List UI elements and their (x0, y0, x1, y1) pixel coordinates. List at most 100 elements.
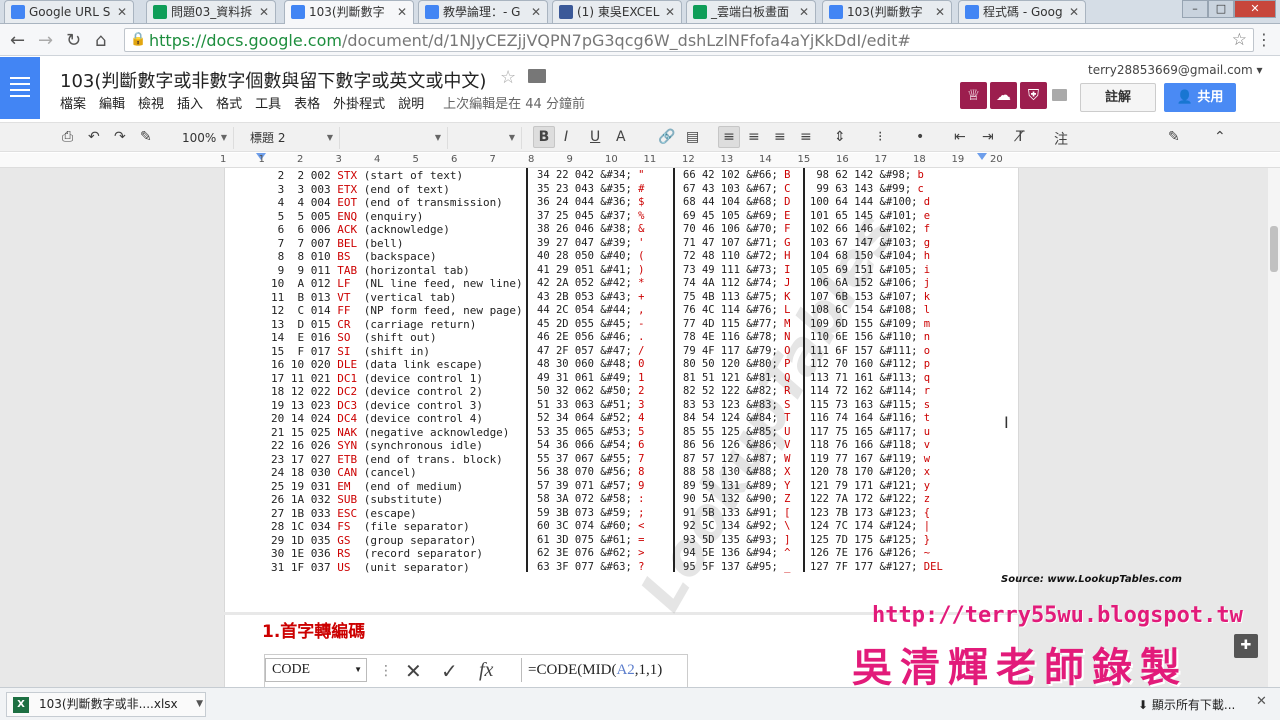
browser-tab[interactable]: 103(判斷數字 ✕ (822, 0, 952, 23)
document-title[interactable]: 103(判斷數字或非數字個數與留下數字或英文或中文) (60, 67, 486, 93)
tab-close-icon[interactable]: ✕ (799, 1, 809, 23)
collapse-toolbar-icon[interactable]: ⌃ (1214, 129, 1226, 145)
tab-close-icon[interactable]: ✕ (665, 1, 675, 23)
menu-item[interactable]: 插入 (177, 93, 203, 112)
browser-tab[interactable]: 103(判斷數字 ✕ (284, 0, 414, 24)
browser-tab[interactable]: 程式碼 - Goog ✕ (958, 0, 1086, 23)
clear-formatting-icon[interactable]: T̸ (1016, 129, 1025, 145)
browser-tab[interactable]: 教學論理：- G ✕ (418, 0, 548, 23)
menu-item[interactable]: 檢視 (138, 93, 164, 112)
forward-arrow-icon[interactable]: → (38, 30, 53, 51)
decrease-indent-icon[interactable]: ⇤ (954, 129, 966, 145)
undo-icon[interactable]: ↶ (88, 129, 100, 145)
line-spacing-icon[interactable]: ⇕ (834, 129, 846, 145)
docs-home-icon[interactable] (0, 57, 40, 119)
home-icon[interactable]: ⌂ (95, 30, 106, 51)
star-icon[interactable]: ☆ (500, 67, 516, 88)
comment-button[interactable]: 註解 (1080, 83, 1156, 112)
addon-shield-icon[interactable]: ⛨ (1020, 82, 1047, 109)
table-row: 34 22 042 &#34; " (537, 169, 645, 181)
align-center-icon[interactable]: ≡ (748, 129, 760, 145)
increase-indent-icon[interactable]: ⇥ (982, 129, 994, 145)
window-close-icon[interactable]: ✕ (1234, 0, 1276, 18)
table-row: 72 48 110 &#72; H (683, 250, 791, 262)
justify-icon[interactable]: ≡ (800, 129, 812, 145)
close-icon[interactable]: ✕ (1256, 694, 1267, 709)
browser-tab[interactable]: (1) 東吳EXCEL ✕ (552, 0, 682, 23)
back-arrow-icon[interactable]: ← (10, 30, 25, 51)
table-row: 112 70 160 &#112; p (810, 358, 931, 370)
table-row: 79 4F 117 &#79; O (683, 344, 791, 357)
font-size-select[interactable]: ▼ (456, 127, 522, 149)
url-input[interactable]: 🔒 https://docs.google.com/document/d/1NJ… (124, 28, 1254, 52)
addon-crown-icon[interactable]: ♕ (960, 82, 987, 109)
tab-close-icon[interactable]: ✕ (259, 1, 269, 23)
table-row: 7 7 007 BEL (bell) (271, 236, 404, 250)
print-icon[interactable]: ⎙ (62, 129, 73, 145)
numbered-list-icon[interactable]: ⁝ (878, 129, 882, 145)
document-page[interactable]: LookupTables 2 2 002 STX (start of text)… (224, 168, 1182, 622)
download-item[interactable]: X 103(判斷數字或非....xlsx ▼ (6, 692, 206, 717)
editing-mode-icon[interactable]: ✎ (1168, 129, 1180, 145)
tab-close-icon[interactable]: ✕ (397, 1, 407, 23)
addon-cloud-icon[interactable]: ☁ (990, 82, 1017, 109)
align-right-icon[interactable]: ≡ (774, 129, 786, 145)
chevron-down-icon[interactable]: ▼ (196, 693, 203, 716)
maximize-icon[interactable]: □ (1208, 0, 1234, 18)
ascii-table-control-chars: 2 2 002 STX (start of text) 3 3 003 ETX … (271, 169, 523, 574)
text-color-button[interactable]: A (616, 129, 626, 145)
share-button[interactable]: 👤 共用 (1164, 83, 1236, 112)
paint-format-icon[interactable]: ✎ (140, 129, 152, 145)
table-row: 125 7D 175 &#125; } (810, 533, 931, 546)
menu-item[interactable]: 外掛程式 (333, 93, 385, 112)
tab-close-icon[interactable]: ✕ (935, 1, 945, 23)
menu-item[interactable]: 工具 (255, 93, 281, 112)
right-indent-marker[interactable] (977, 153, 987, 160)
redo-icon[interactable]: ↷ (114, 129, 126, 145)
browser-tab[interactable]: Google URL S ✕ (4, 0, 134, 23)
link-icon[interactable]: 🔗 (658, 129, 675, 145)
reload-icon[interactable]: ↻ (66, 30, 81, 51)
table-row: 70 46 106 &#70; F (683, 223, 791, 235)
vertical-scrollbar[interactable] (1268, 168, 1280, 687)
table-row: 122 7A 172 &#122; z (810, 493, 931, 505)
insert-comment-icon[interactable]: ▤ (686, 129, 699, 145)
table-row: 4 4 004 EOT (end of transmission) (271, 196, 503, 209)
browser-tab[interactable]: 問題03_資料拆 ✕ (146, 0, 276, 23)
menu-item[interactable]: 格式 (216, 93, 242, 112)
bold-button[interactable]: B (533, 126, 555, 148)
explore-icon[interactable]: ✚ (1234, 634, 1258, 658)
table-row: 24 18 030 CAN (cancel) (271, 466, 417, 479)
menu-item[interactable]: 表格 (294, 93, 320, 112)
scrollbar-thumb[interactable] (1270, 226, 1278, 272)
table-row: 101 65 145 &#101; e (810, 209, 931, 222)
account-email[interactable]: terry28853669@gmail.com ▾ (1088, 63, 1263, 77)
comment-mode-button[interactable]: 注 (1054, 129, 1068, 149)
menu-item[interactable]: 編輯 (99, 93, 125, 112)
browser-tab[interactable]: _雲端白板畫面 ✕ (686, 0, 816, 23)
tab-close-icon[interactable]: ✕ (531, 1, 541, 23)
ruler-tick-label: 7 (489, 154, 496, 165)
minimize-icon[interactable]: – (1182, 0, 1208, 18)
font-select[interactable]: ▼ (348, 127, 448, 149)
table-row: 40 28 050 &#40; ( (537, 250, 645, 262)
folder-icon[interactable] (528, 69, 546, 83)
underline-button[interactable]: U (590, 129, 600, 145)
comments-icon[interactable] (1052, 89, 1067, 101)
bulleted-list-icon[interactable]: • (916, 129, 924, 145)
bookmark-star-icon[interactable]: ☆ (1232, 30, 1247, 50)
table-row: 11 B 013 VT (vertical tab) (271, 290, 457, 304)
show-all-downloads-link[interactable]: ⬇ 顯示所有下載... (1138, 696, 1235, 713)
last-edit-status[interactable]: 上次編輯是在 44 分鐘前 (443, 93, 585, 112)
browser-menu-icon[interactable]: ⋮ (1256, 30, 1272, 49)
menu-item[interactable]: 檔案 (60, 93, 86, 112)
align-left-icon[interactable]: ≡ (718, 126, 740, 148)
ruler-tick-label: 2 (297, 154, 304, 165)
style-select[interactable]: 標題 2 ▼ (244, 127, 340, 149)
italic-button[interactable]: I (564, 129, 568, 145)
tab-close-icon[interactable]: ✕ (1069, 1, 1079, 23)
table-row: 22 16 026 SYN (synchronous idle) (271, 439, 483, 452)
zoom-select[interactable]: 100% ▼ (176, 127, 234, 149)
tab-close-icon[interactable]: ✕ (117, 1, 127, 23)
menu-item[interactable]: 說明 (398, 93, 424, 112)
